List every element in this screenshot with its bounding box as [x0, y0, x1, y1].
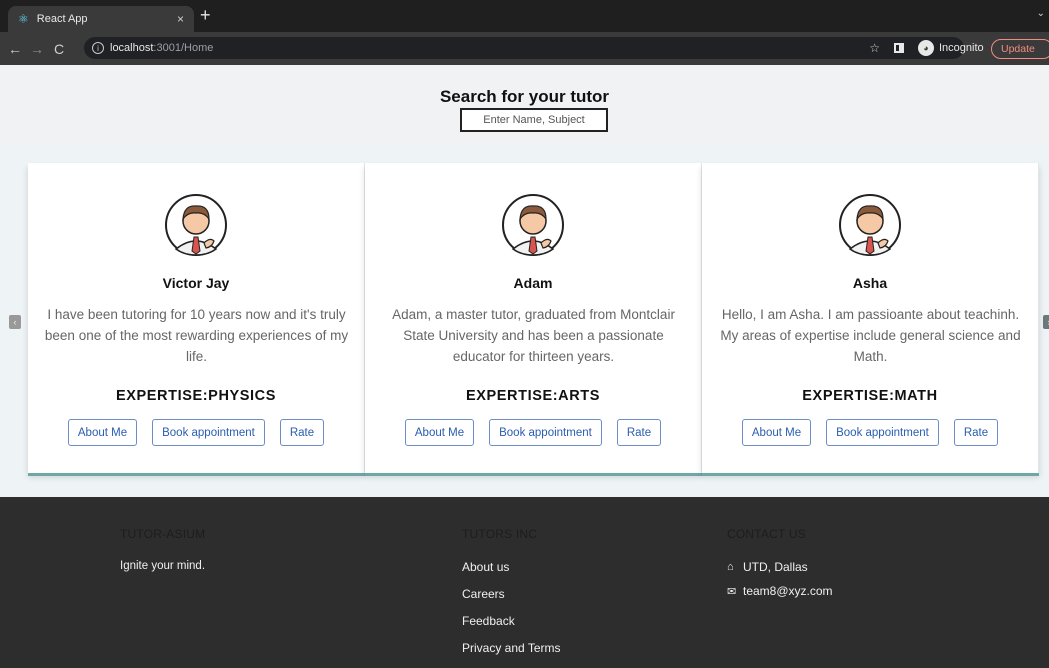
tutor-expertise: EXPERTISE:PHYSICS [115, 388, 277, 404]
footer-brand-title: TUTOR-ASIUM [120, 527, 206, 541]
tutor-avatar-icon [165, 194, 227, 256]
footer-link-feedback[interactable]: Feedback [462, 614, 560, 628]
carousel-next-arrow-icon[interactable]: › [1043, 315, 1049, 329]
tutor-bio: Adam, a master tutor, graduated from Mon… [392, 307, 675, 364]
footer-links-title: TUTORS INC [462, 527, 538, 541]
tutor-actions: About Me Book appointment Rate [28, 419, 364, 446]
back-icon[interactable]: ← [8, 41, 22, 57]
browser-tabstrip: ⚛ React App × + ⌄ [0, 0, 1049, 32]
tutor-name: Asha [852, 275, 888, 291]
footer-link-about-us[interactable]: About us [462, 560, 560, 574]
tutor-bio: Hello, I am Asha. I am passioante about … [720, 307, 1021, 364]
tutor-bio: I have been tutoring for 10 years now an… [44, 307, 349, 364]
tutor-card: Asha Hello, I am Asha. I am passioante a… [702, 163, 1039, 473]
tutor-avatar-icon [502, 194, 564, 256]
info-icon[interactable]: i [92, 42, 104, 54]
search-title: Search for your tutor [439, 87, 610, 106]
tutor-expertise: EXPERTISE:ARTS [465, 388, 601, 404]
tutor-expertise: EXPERTISE:MATH [802, 388, 938, 404]
footer-tagline: Ignite your mind. [120, 560, 206, 572]
side-panel-icon[interactable] [894, 43, 904, 53]
incognito-indicator[interactable]: ◕ Incognito [918, 40, 984, 56]
react-icon: ⚛ [18, 12, 29, 26]
footer-email-text: team8@xyz.com [743, 584, 833, 598]
footer-contact-column: CONTACT US ⌂ UTD, Dallas ✉ team8@xyz.com [727, 527, 833, 608]
tutor-name: Adam [513, 275, 553, 291]
tutor-card: Adam Adam, a master tutor, graduated fro… [365, 163, 702, 473]
star-icon[interactable]: ☆ [869, 41, 880, 55]
browser-toolbar: ← → C i localhost:3001/Home ☆ [0, 32, 1049, 65]
footer-contact-title: CONTACT US [727, 527, 806, 541]
rate-button[interactable]: Rate [279, 419, 325, 446]
close-tab-icon[interactable]: × [177, 12, 184, 26]
tutor-card: Victor Jay I have been tutoring for 10 y… [28, 163, 365, 473]
page: Search for your tutor ‹ › Victor Jay I h… [0, 65, 1049, 668]
search-input[interactable] [460, 108, 608, 132]
book-appointment-button[interactable]: Book appointment [826, 419, 939, 446]
tutor-actions: About Me Book appointment Rate [702, 419, 1038, 446]
incognito-label: Incognito [939, 42, 984, 54]
envelope-icon: ✉ [727, 585, 737, 598]
forward-icon[interactable]: → [30, 41, 44, 57]
footer-links-column: TUTORS INC About us Careers Feedback Pri… [462, 527, 560, 668]
tutor-carousel: Victor Jay I have been tutoring for 10 y… [28, 163, 1039, 475]
reload-icon[interactable]: C [52, 41, 66, 57]
footer-link-careers[interactable]: Careers [462, 587, 560, 601]
book-appointment-button[interactable]: Book appointment [152, 419, 265, 446]
footer-link-privacy-terms[interactable]: Privacy and Terms [462, 641, 560, 655]
footer-address-text: UTD, Dallas [743, 560, 808, 574]
tab-title: React App [36, 13, 88, 25]
about-me-button[interactable]: About Me [67, 419, 138, 446]
chevron-down-icon[interactable]: ⌄ [1037, 8, 1045, 19]
incognito-icon: ◕ [918, 40, 934, 56]
footer-email[interactable]: ✉ team8@xyz.com [727, 584, 833, 598]
tutor-actions: About Me Book appointment Rate [365, 419, 701, 446]
carousel-prev-arrow-icon[interactable]: ‹ [9, 315, 21, 329]
rate-button[interactable]: Rate [953, 419, 999, 446]
tutor-avatar-icon [839, 194, 901, 256]
home-icon: ⌂ [727, 561, 734, 573]
about-me-button[interactable]: About Me [404, 419, 475, 446]
url-host: localhost [110, 42, 154, 54]
about-me-button[interactable]: About Me [741, 419, 812, 446]
tutor-name: Victor Jay [162, 275, 230, 291]
address-bar[interactable]: i localhost:3001/Home ☆ [84, 37, 964, 59]
browser-tab[interactable]: ⚛ React App × [8, 6, 194, 32]
book-appointment-button[interactable]: Book appointment [489, 419, 602, 446]
url-path: :3001/Home [153, 42, 214, 54]
footer-address: ⌂ UTD, Dallas [727, 560, 833, 574]
new-tab-button[interactable]: + [200, 5, 211, 25]
footer-brand-column: TUTOR-ASIUM Ignite your mind. [120, 527, 205, 572]
search-section: Search for your tutor [0, 65, 1049, 145]
update-button[interactable]: Update [991, 39, 1049, 59]
site-footer: TUTOR-ASIUM Ignite your mind. TUTORS INC… [0, 497, 1049, 668]
rate-button[interactable]: Rate [616, 419, 662, 446]
